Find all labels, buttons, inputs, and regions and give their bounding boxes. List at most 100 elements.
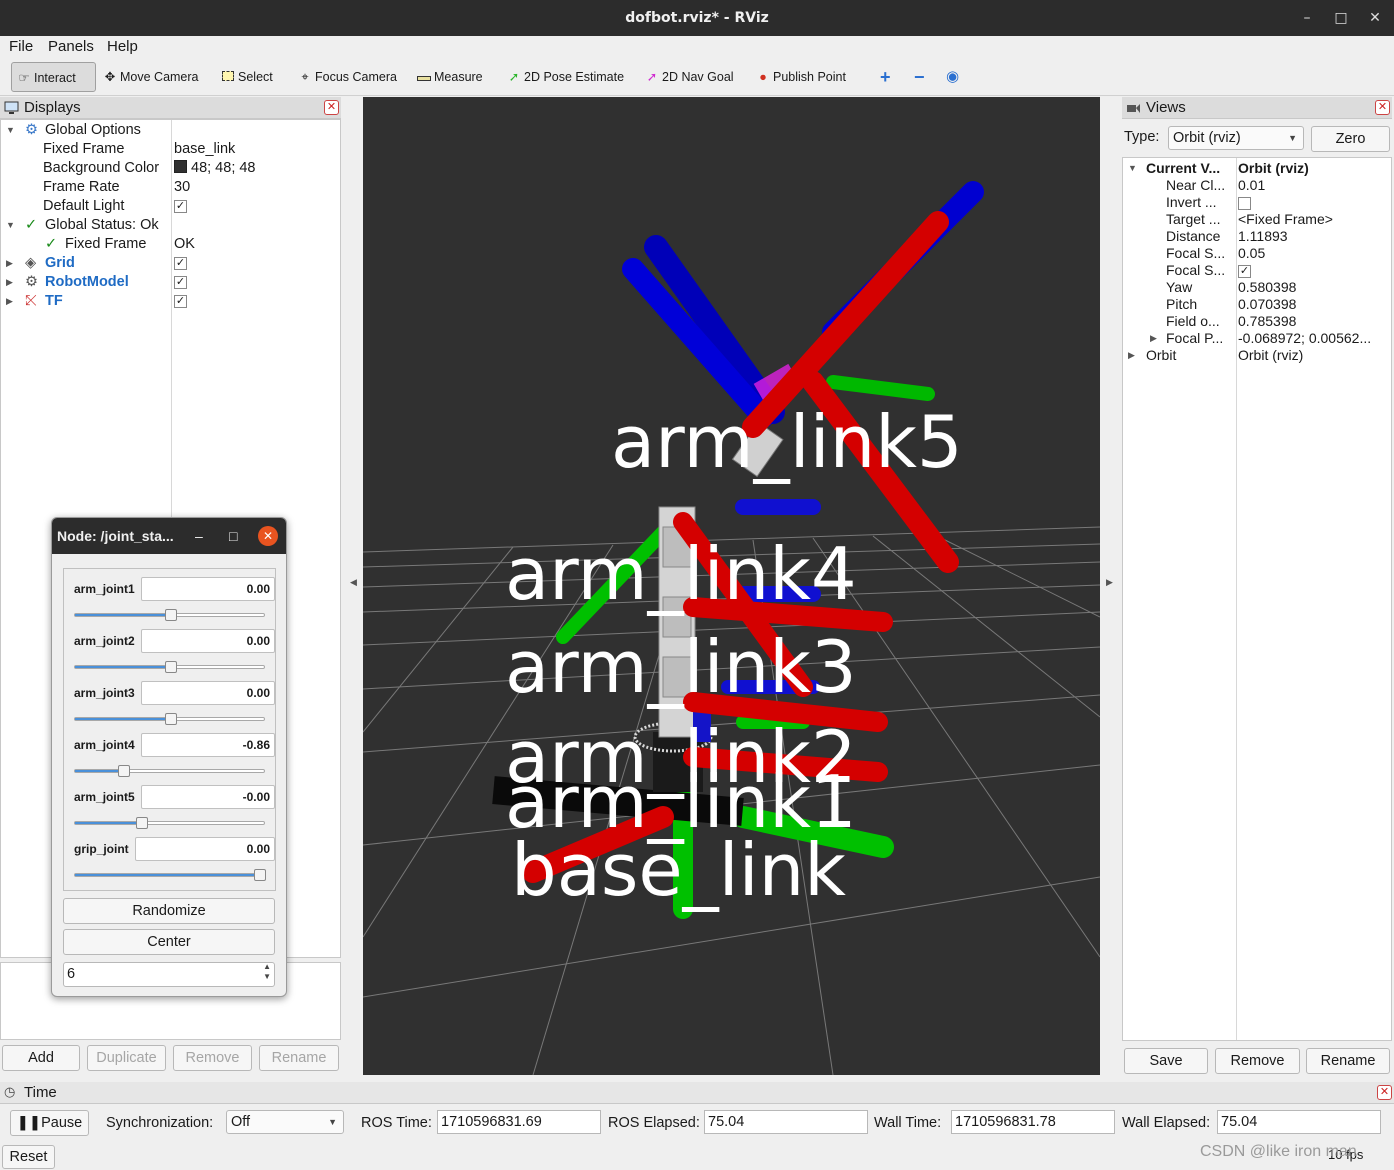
add-tool-icon[interactable]: + — [876, 62, 891, 92]
pose-estimate-tool[interactable]: ➚ 2D Pose Estimate — [502, 62, 624, 92]
randomize-button[interactable]: Randomize — [63, 898, 275, 924]
tree-row-focal-shape-fixed[interactable]: Focal S... ✓ — [1123, 262, 1391, 279]
tree-row-tf[interactable]: ▶ ⤪ TF ✓ — [1, 292, 340, 311]
tf-checkbox[interactable]: ✓ — [174, 292, 187, 311]
reset-button[interactable]: Reset — [2, 1145, 55, 1169]
pause-button[interactable]: ❚❚Pause — [10, 1110, 89, 1136]
joint-value-field[interactable]: 0.00 — [141, 577, 275, 601]
tree-row-global-status[interactable]: ▼ ✓ Global Status: Ok — [1, 216, 340, 235]
tree-row-distance[interactable]: Distance 1.11893 — [1123, 228, 1391, 245]
left-splitter[interactable]: ◀ — [345, 97, 363, 1075]
joint-slider[interactable] — [74, 713, 265, 725]
joint-slider[interactable] — [74, 609, 265, 621]
row-value[interactable]: 48; 48; 48 — [174, 159, 256, 178]
center-button[interactable]: Center — [63, 929, 275, 955]
slider-handle[interactable] — [164, 609, 177, 621]
ros-elapsed-field[interactable]: 75.04 — [704, 1110, 868, 1134]
publish-point-tool[interactable]: ● Publish Point — [751, 62, 846, 92]
menu-help[interactable]: Help — [107, 38, 138, 55]
tree-row-current-view[interactable]: ▼ Current V... Orbit (rviz) — [1123, 160, 1391, 177]
invert-checkbox[interactable] — [1238, 194, 1390, 211]
slider-handle[interactable] — [164, 661, 177, 673]
joint-value-field[interactable]: 0.00 — [141, 681, 275, 705]
tree-row-target[interactable]: Target ... <Fixed Frame> — [1123, 211, 1391, 228]
tree-row-near-clip[interactable]: Near Cl... 0.01 — [1123, 177, 1391, 194]
sync-select[interactable]: Off ▼ — [226, 1110, 344, 1134]
expand-right-icon[interactable]: ▶ — [6, 254, 13, 273]
joint-value-field[interactable]: 0.00 — [141, 629, 275, 653]
duplicate-display-button[interactable]: Duplicate — [87, 1045, 166, 1071]
joint-slider[interactable] — [74, 661, 265, 673]
row-value[interactable]: 0.05 — [1238, 245, 1390, 262]
row-value[interactable]: 0.070398 — [1238, 296, 1390, 313]
tree-row-background-color[interactable]: Background Color 48; 48; 48 — [1, 159, 340, 178]
maximize-icon[interactable]: □ — [229, 518, 237, 554]
remove-view-button[interactable]: Remove — [1215, 1048, 1300, 1074]
focus-camera-tool[interactable]: ⌖ Focus Camera — [293, 62, 397, 92]
view-type-select[interactable]: Orbit (rviz) ▼ — [1168, 126, 1304, 150]
tree-row-frame-rate[interactable]: Frame Rate 30 — [1, 178, 340, 197]
tree-row-orbit[interactable]: ▶ Orbit Orbit (rviz) — [1123, 347, 1391, 364]
tree-row-invert[interactable]: Invert ... — [1123, 194, 1391, 211]
wall-time-field[interactable]: 1710596831.78 — [951, 1110, 1115, 1134]
displays-close-icon[interactable]: ✕ — [324, 100, 339, 115]
joint-slider[interactable] — [74, 817, 265, 829]
eye-icon[interactable]: ◉ — [942, 62, 959, 92]
tree-row-fixed-frame[interactable]: Fixed Frame base_link — [1, 140, 340, 159]
row-value[interactable]: 1.11893 — [1238, 228, 1390, 245]
tree-row-field-of-view[interactable]: Field o... 0.785398 — [1123, 313, 1391, 330]
joint-count-spinbox[interactable]: 6 ▲ ▼ — [63, 962, 275, 987]
slider-handle[interactable] — [117, 765, 130, 777]
row-value[interactable]: 0.580398 — [1238, 279, 1390, 296]
tree-row-grid[interactable]: ▶ ◈ Grid ✓ — [1, 254, 340, 273]
expand-down-icon[interactable]: ▼ — [6, 216, 15, 235]
row-value[interactable]: -0.068972; 0.00562... — [1238, 330, 1390, 347]
close-icon[interactable]: ✕ — [1358, 0, 1392, 36]
add-display-button[interactable]: Add — [2, 1045, 80, 1071]
collapse-left-icon[interactable]: ◀ — [350, 577, 357, 588]
focal-shape-checkbox[interactable]: ✓ — [1238, 262, 1390, 279]
expand-down-icon[interactable]: ▼ — [1128, 160, 1137, 177]
expand-right-icon[interactable]: ▶ — [6, 292, 13, 311]
expand-right-icon[interactable]: ▶ — [1150, 330, 1157, 347]
joint-value-field[interactable]: -0.86 — [141, 733, 275, 757]
interact-tool[interactable]: ☞ Interact — [11, 62, 96, 92]
robotmodel-checkbox[interactable]: ✓ — [174, 273, 187, 292]
render-view-3d[interactable]: arm_link5 arm_link4 arm_link3 arm_link2 … — [363, 97, 1100, 1075]
scene-svg[interactable]: arm_link5 arm_link4 arm_link3 arm_link2 … — [363, 97, 1100, 1075]
zero-button[interactable]: Zero — [1311, 126, 1390, 152]
default-light-checkbox[interactable]: ✓ — [174, 197, 187, 216]
select-tool[interactable]: Select — [216, 62, 273, 92]
grid-checkbox[interactable]: ✓ — [174, 254, 187, 273]
tree-row-default-light[interactable]: Default Light ✓ — [1, 197, 340, 216]
row-value[interactable]: 0.785398 — [1238, 313, 1390, 330]
collapse-right-icon[interactable]: ▶ — [1106, 577, 1113, 588]
joint-value-field[interactable]: 0.00 — [135, 837, 275, 861]
expand-down-icon[interactable]: ▼ — [6, 121, 15, 140]
remove-display-button[interactable]: Remove — [173, 1045, 252, 1071]
measure-tool[interactable]: Measure — [412, 62, 483, 92]
slider-handle[interactable] — [254, 869, 266, 881]
joint-slider[interactable] — [74, 869, 266, 881]
nav-goal-tool[interactable]: ➚ 2D Nav Goal — [640, 62, 734, 92]
menu-panels[interactable]: Panels — [48, 38, 94, 55]
minimize-icon[interactable]: – — [1290, 0, 1324, 36]
tree-row-status-fixed-frame[interactable]: ✓ Fixed Frame OK — [1, 235, 340, 254]
tree-row-focal-shape-size[interactable]: Focal S... 0.05 — [1123, 245, 1391, 262]
close-icon[interactable]: ✕ — [258, 526, 278, 546]
expand-right-icon[interactable]: ▶ — [1128, 347, 1135, 364]
tree-row-pitch[interactable]: Pitch 0.070398 — [1123, 296, 1391, 313]
slider-handle[interactable] — [135, 817, 148, 829]
minimize-icon[interactable]: – — [195, 518, 203, 554]
tree-row-yaw[interactable]: Yaw 0.580398 — [1123, 279, 1391, 296]
remove-tool-icon[interactable]: − — [910, 62, 925, 92]
spin-arrows-icon[interactable]: ▲ ▼ — [263, 962, 271, 982]
row-value[interactable]: 30 — [174, 178, 190, 197]
expand-right-icon[interactable]: ▶ — [6, 273, 13, 292]
views-close-icon[interactable]: ✕ — [1375, 100, 1390, 115]
rename-view-button[interactable]: Rename — [1306, 1048, 1390, 1074]
row-value[interactable]: 0.01 — [1238, 177, 1390, 194]
save-view-button[interactable]: Save — [1124, 1048, 1208, 1074]
rename-display-button[interactable]: Rename — [259, 1045, 339, 1071]
ros-time-field[interactable]: 1710596831.69 — [437, 1110, 601, 1134]
